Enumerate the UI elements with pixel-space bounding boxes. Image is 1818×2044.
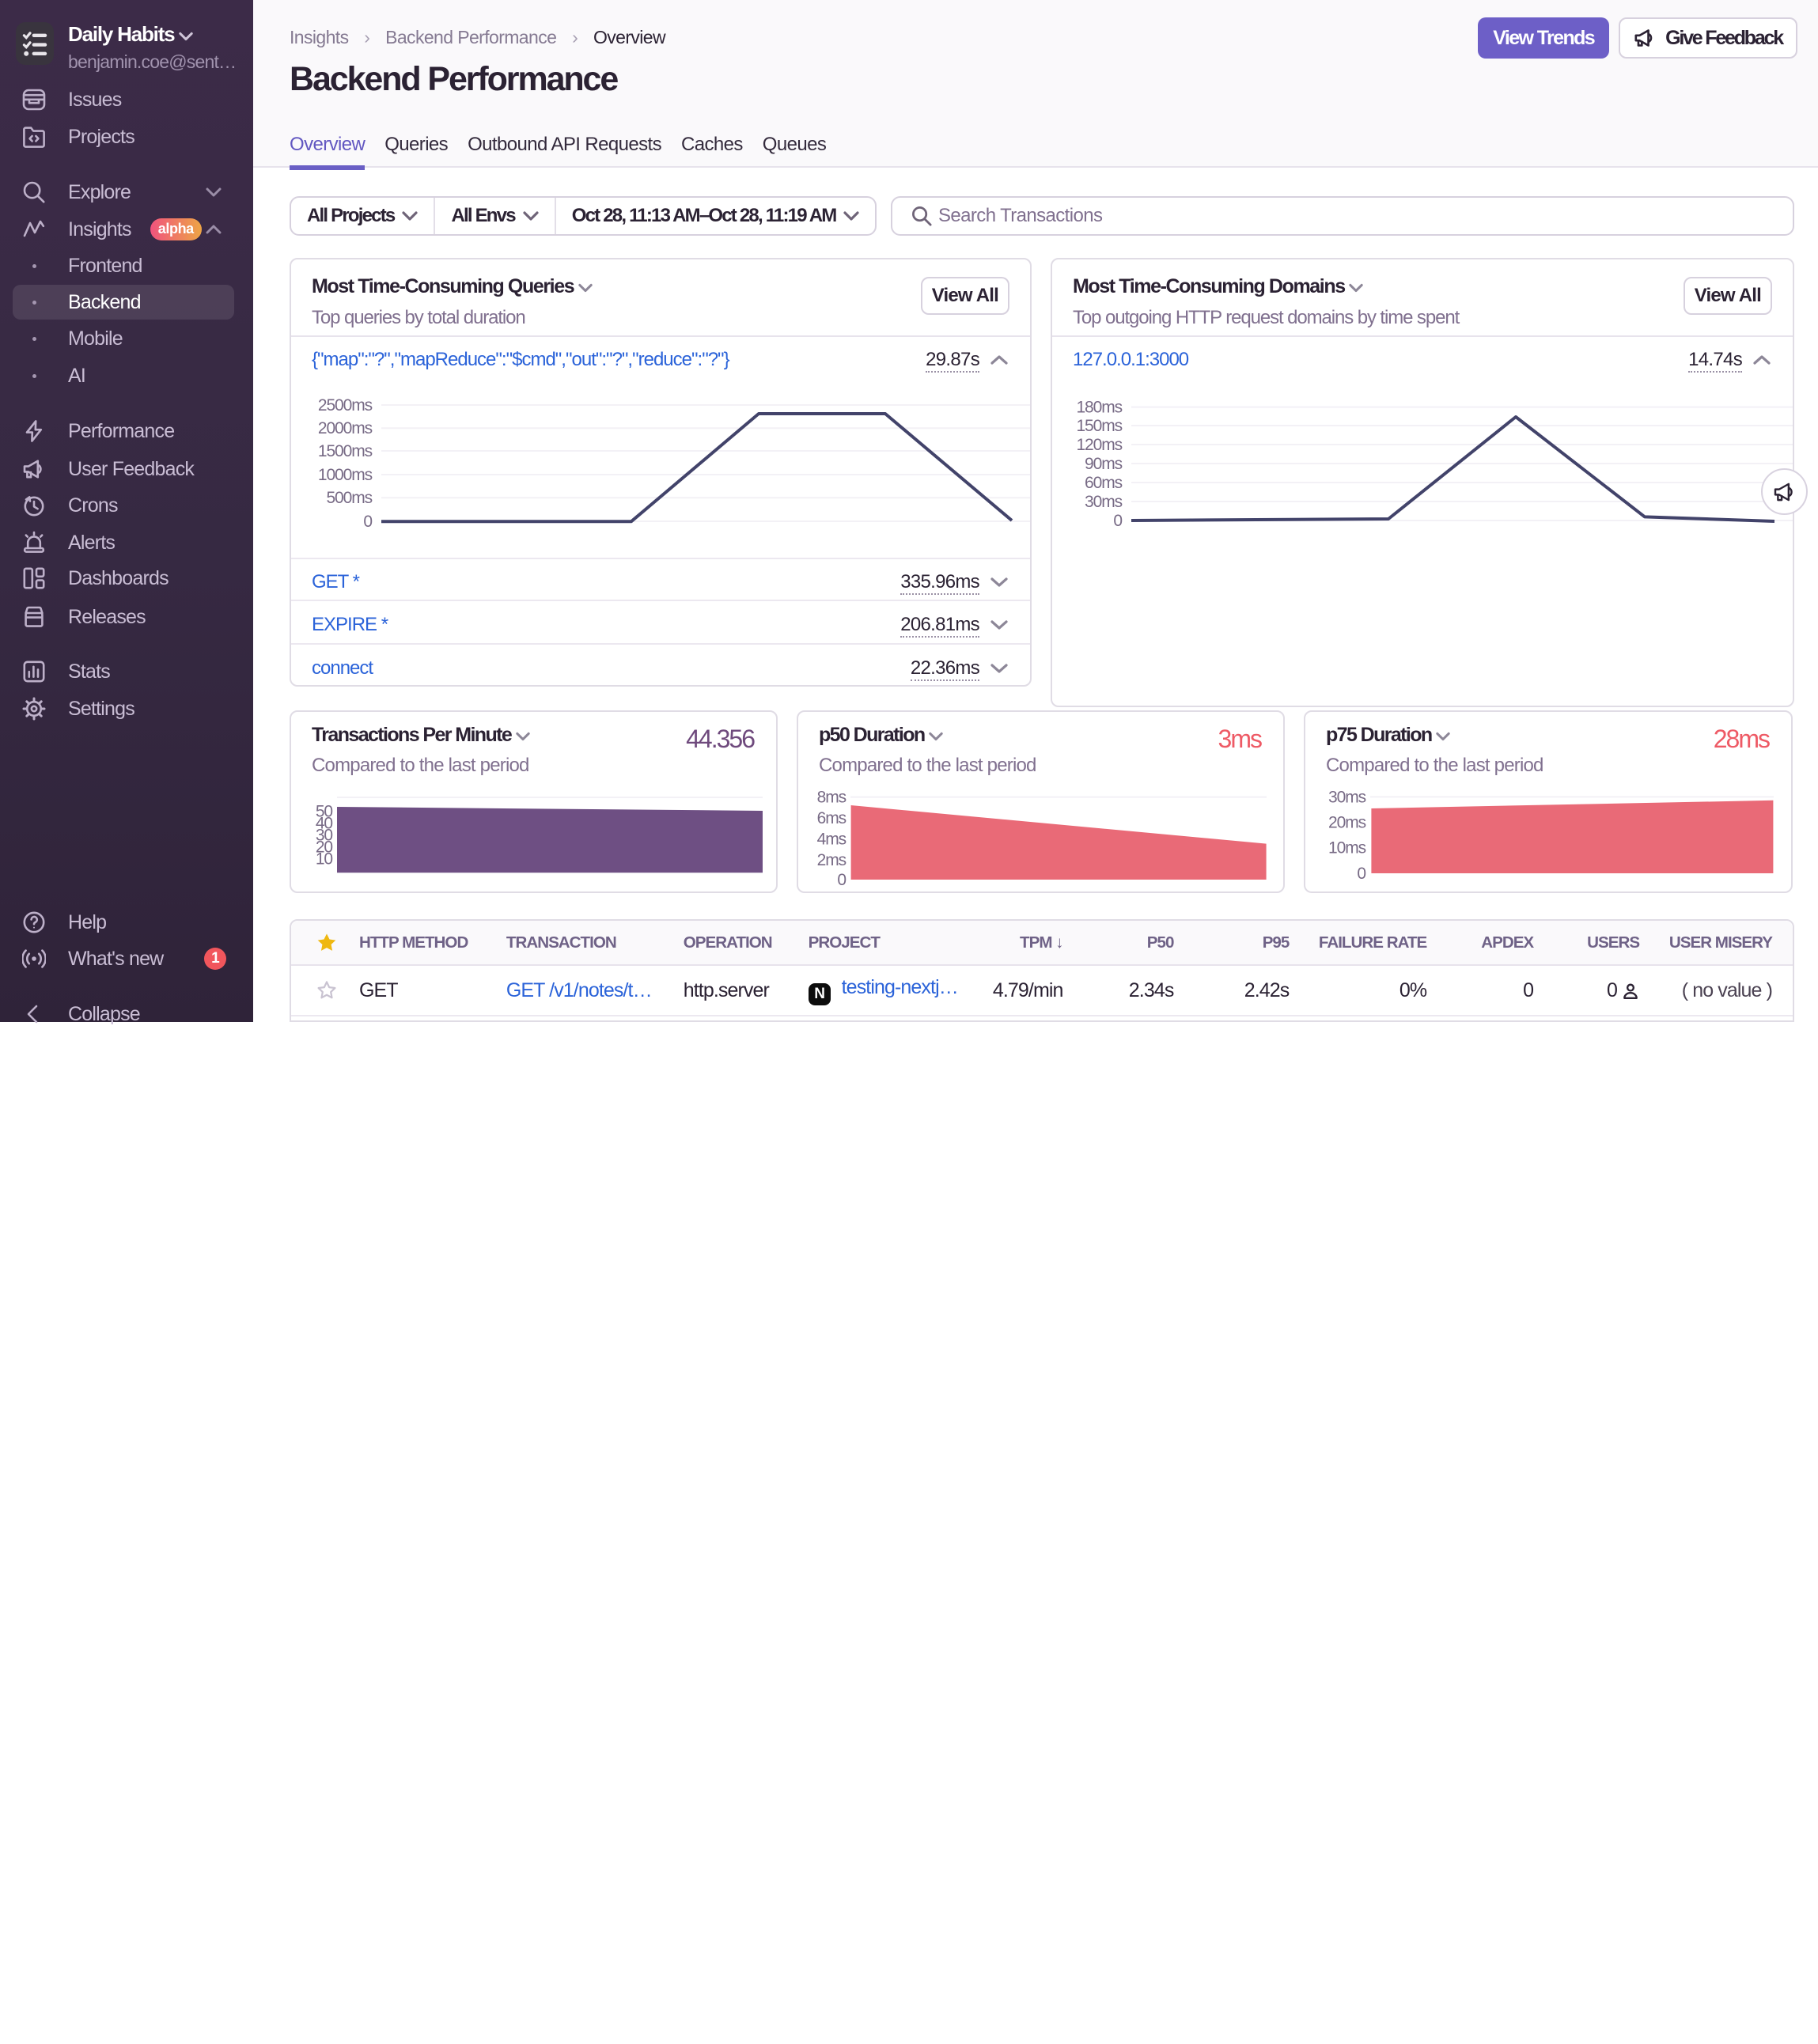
svg-text:4ms: 4ms <box>817 830 847 848</box>
svg-text:0: 0 <box>1113 512 1122 530</box>
svg-text:0: 0 <box>363 513 372 531</box>
svg-text:90ms: 90ms <box>1085 455 1123 473</box>
svg-text:0: 0 <box>1357 865 1365 883</box>
svg-text:1000ms: 1000ms <box>318 466 373 484</box>
svg-text:0: 0 <box>837 871 846 889</box>
svg-text:20ms: 20ms <box>1328 813 1366 831</box>
svg-text:2500ms: 2500ms <box>318 396 373 414</box>
svg-text:120ms: 120ms <box>1076 436 1122 454</box>
svg-text:500ms: 500ms <box>326 489 372 507</box>
svg-text:10ms: 10ms <box>1328 838 1366 857</box>
svg-text:150ms: 150ms <box>1076 417 1122 435</box>
svg-text:180ms: 180ms <box>1076 399 1122 417</box>
svg-text:30ms: 30ms <box>1328 788 1366 806</box>
svg-text:6ms: 6ms <box>817 809 847 827</box>
svg-text:2ms: 2ms <box>817 851 847 869</box>
svg-text:30ms: 30ms <box>1085 493 1123 511</box>
svg-text:10: 10 <box>316 850 333 868</box>
svg-text:1500ms: 1500ms <box>318 442 373 460</box>
svg-text:2000ms: 2000ms <box>318 419 373 437</box>
svg-text:60ms: 60ms <box>1085 474 1123 492</box>
svg-text:8ms: 8ms <box>817 789 847 807</box>
